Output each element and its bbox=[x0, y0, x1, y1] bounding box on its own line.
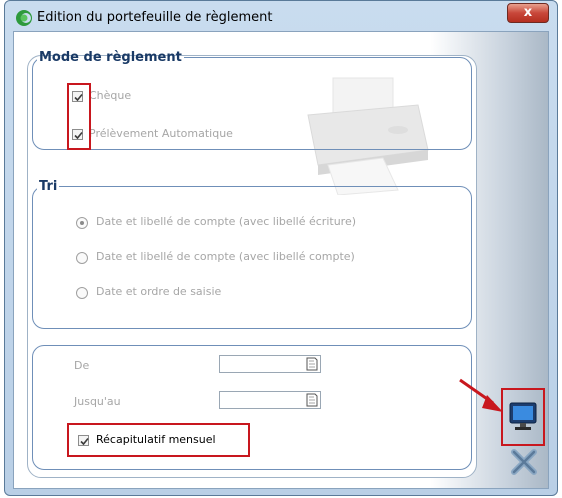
red-arrow-icon bbox=[459, 378, 503, 412]
options-panel: Mode de règlement Chèque Prélèvement Aut… bbox=[27, 50, 477, 478]
tri-radio-ordre-saisie[interactable] bbox=[76, 287, 88, 299]
tri-option-label[interactable]: Date et ordre de saisie bbox=[96, 285, 221, 298]
tri-radio-libelle-ecriture[interactable] bbox=[76, 217, 88, 229]
monitor-preview-icon[interactable] bbox=[507, 401, 539, 433]
close-label: x bbox=[523, 5, 533, 20]
cancel-x-icon[interactable] bbox=[508, 446, 540, 478]
dialog-window: Edition du portefeuille de règlement x M… bbox=[4, 0, 558, 496]
prelevement-label[interactable]: Prélèvement Automatique bbox=[89, 127, 233, 140]
de-date-input[interactable] bbox=[219, 355, 321, 373]
jusquau-label: Jusqu'au bbox=[74, 395, 121, 408]
calendar-icon[interactable] bbox=[306, 357, 318, 371]
client-area: Mode de règlement Chèque Prélèvement Aut… bbox=[13, 31, 549, 489]
tri-radio-libelle-compte[interactable] bbox=[76, 252, 88, 264]
jusquau-date-input[interactable] bbox=[219, 391, 321, 409]
title-bar[interactable]: Edition du portefeuille de règlement x bbox=[5, 1, 557, 33]
tri-option-label[interactable]: Date et libellé de compte (avec libellé … bbox=[96, 215, 356, 228]
window-title: Edition du portefeuille de règlement bbox=[37, 10, 273, 25]
checkbox-highlight bbox=[67, 83, 91, 150]
de-label: De bbox=[74, 359, 90, 372]
cheque-label[interactable]: Chèque bbox=[89, 89, 131, 102]
tri-option-label[interactable]: Date et libellé de compte (avec libellé … bbox=[96, 250, 355, 263]
app-logo-icon bbox=[16, 10, 32, 26]
recap-highlight bbox=[67, 423, 250, 457]
calendar-icon[interactable] bbox=[306, 393, 318, 407]
mode-reglement-legend: Mode de règlement bbox=[39, 50, 182, 65]
close-button[interactable]: x bbox=[507, 3, 549, 23]
tri-legend: Tri bbox=[39, 179, 58, 194]
